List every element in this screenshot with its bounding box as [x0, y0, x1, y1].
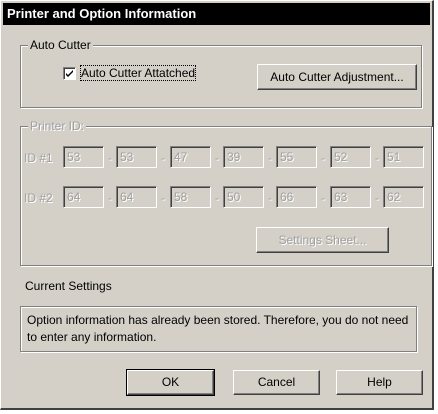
id2-field-7[interactable]: 62 [383, 186, 424, 208]
help-button[interactable]: Help [336, 370, 423, 395]
id-separator: - [375, 191, 379, 205]
id2-field-4[interactable]: 50 [223, 186, 264, 208]
printer-option-dialog: Printer and Option Information Auto Cutt… [0, 0, 434, 410]
id1-field-1[interactable]: 53 [63, 146, 104, 168]
id-separator: - [321, 151, 325, 165]
current-settings-message: Option information has already been stor… [20, 306, 417, 352]
title-bar: Printer and Option Information [3, 3, 430, 25]
id2-field-6[interactable]: 63 [330, 186, 371, 208]
id-separator: - [161, 191, 165, 205]
auto-cutter-group-label: Auto Cutter [28, 38, 93, 52]
id1-field-5[interactable]: 55 [276, 146, 317, 168]
id1-field-6[interactable]: 52 [330, 146, 371, 168]
cancel-button[interactable]: Cancel [233, 370, 320, 395]
help-button-label: Help [367, 375, 392, 389]
id-separator: - [161, 151, 165, 165]
id2-field-1[interactable]: 64 [63, 186, 104, 208]
checkmark-icon [66, 70, 73, 77]
auto-cutter-adjustment-label: Auto Cutter Adjustment... [270, 70, 404, 84]
id1-label: ID #1 [24, 151, 53, 165]
id-separator: - [215, 151, 219, 165]
settings-sheet-button[interactable]: Settings Sheet... [256, 227, 389, 253]
auto-cutter-adjustment-button[interactable]: Auto Cutter Adjustment... [257, 64, 417, 90]
auto-cutter-checkbox[interactable] [63, 67, 76, 80]
settings-sheet-label: Settings Sheet... [278, 233, 367, 247]
id2-label: ID #2 [24, 191, 53, 205]
id-separator: - [268, 151, 272, 165]
id2-field-3[interactable]: 58 [170, 186, 211, 208]
ok-button[interactable]: OK [126, 369, 215, 396]
id1-field-3[interactable]: 47 [170, 146, 211, 168]
window-title: Printer and Option Information [7, 6, 197, 21]
id1-field-2[interactable]: 53 [116, 146, 157, 168]
ok-button-label: OK [161, 375, 180, 389]
auto-cutter-checkbox-label[interactable]: Auto Cutter Attatched [79, 65, 197, 81]
id-separator: - [108, 191, 112, 205]
id-separator: - [321, 191, 325, 205]
printer-id-group: Printer ID: ID #1 53 - 53 - 47 - 39 - 55… [20, 119, 432, 266]
id-separator: - [268, 191, 272, 205]
current-settings-heading: Current Settings [25, 279, 112, 293]
id1-field-7[interactable]: 51 [383, 146, 424, 168]
id-separator: - [215, 191, 219, 205]
cancel-button-label: Cancel [257, 375, 296, 389]
id2-field-2[interactable]: 64 [116, 186, 157, 208]
id-separator: - [375, 151, 379, 165]
id1-field-4[interactable]: 39 [223, 146, 264, 168]
auto-cutter-group: Auto Cutter Auto Cutter Attatched Auto C… [20, 38, 422, 108]
id2-field-5[interactable]: 66 [276, 186, 317, 208]
printer-id-group-label: Printer ID: [28, 119, 87, 133]
id-separator: - [108, 151, 112, 165]
